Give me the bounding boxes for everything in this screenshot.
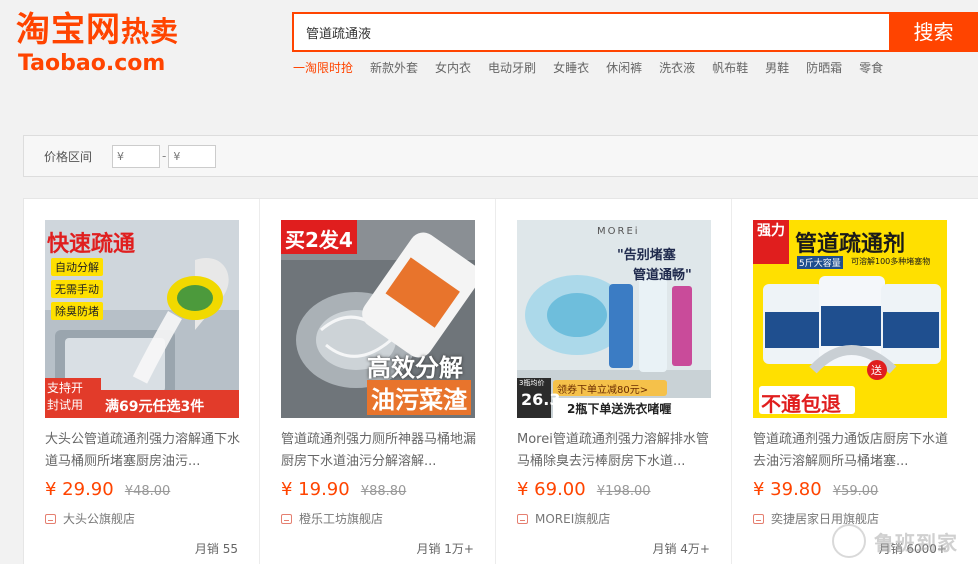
shop-icon <box>281 513 292 524</box>
price-filter: 价格区间 - <box>23 135 978 177</box>
image-badge-right: 满69元任选3件 <box>105 399 205 415</box>
product-card[interactable]: 强力 管道疏通剂 5斤大容量 可溶解100多种堵塞物 不通包退 送 管道疏通剂强… <box>732 199 968 564</box>
product-title[interactable]: 管道疏通剂强力厕所神器马桶地漏厨房下水道油污分解溶解... <box>281 429 479 473</box>
image-headline: 买2发4 <box>285 228 353 252</box>
shop-link[interactable]: MOREI旗舰店 <box>517 510 610 527</box>
shop-link[interactable]: 大头公旗舰店 <box>45 510 135 527</box>
hot-keywords: 一淘限时抢 新款外套 女内衣 电动牙刷 女睡衣 休闲裤 洗衣液 帆布鞋 男鞋 防… <box>293 59 900 76</box>
hotword-link[interactable]: 帆布鞋 <box>712 59 748 76</box>
logo-en: Taobao.com <box>18 51 166 76</box>
search-button[interactable]: 搜索 <box>889 12 978 52</box>
watermark-icon <box>832 524 866 558</box>
product-card[interactable]: 买2发4 高效分解 油污菜渣 管道疏通剂强力厕所神器马桶地漏厨房下水道油污分解溶… <box>260 199 496 564</box>
image-slogan: "告别堵塞 <box>617 248 676 263</box>
product-price: ¥ 19.90 <box>281 479 350 500</box>
original-price: ¥198.00 <box>596 484 651 499</box>
image-price-note: 3瓶均价 <box>519 379 545 387</box>
product-price: ¥ 39.80 <box>753 479 822 500</box>
image-sub: 可溶解100多种堵塞物 <box>851 257 931 266</box>
image-tag: 强力 <box>757 223 785 239</box>
image-badge-left: 支持开 封试用 <box>47 381 84 412</box>
shop-icon <box>517 513 528 524</box>
image-sub: 5斤大容量 <box>797 256 843 269</box>
image-slogan: 管道通畅" <box>633 268 692 283</box>
image-subline: 高效分解 <box>367 354 463 382</box>
product-price: ¥ 29.90 <box>45 479 114 500</box>
watermark-text: 鲁班到家 <box>874 530 958 555</box>
shop-name: 大头公旗舰店 <box>63 512 136 526</box>
image-bottomline: 油污菜渣 <box>367 380 471 415</box>
image-bottomline: 不通包退 <box>761 392 841 416</box>
monthly-sales: 月销 1万+ <box>416 542 474 556</box>
image-brand: MOREi <box>597 226 640 237</box>
hotword-link[interactable]: 电动牙刷 <box>488 59 536 76</box>
monthly-sales: 月销 55 <box>194 542 238 556</box>
product-image[interactable]: 强力 管道疏通剂 5斤大容量 可溶解100多种堵塞物 不通包退 送 <box>753 220 947 418</box>
image-price-big: 26.3 <box>521 390 561 409</box>
product-grid: 快速疏通 自动分解 无需手动 除臭防堵 支持开 封试用 满69元任选3件 大头公… <box>23 198 978 564</box>
product-image[interactable]: 快速疏通 自动分解 无需手动 除臭防堵 支持开 封试用 满69元任选3件 <box>45 220 239 418</box>
image-headline: 管道疏通剂 <box>795 232 906 257</box>
product-card[interactable]: MOREi "告别堵塞 管道通畅" 3瓶均价 26.3 领券下单立减80元> 2… <box>496 199 732 564</box>
shop-icon <box>753 513 764 524</box>
image-checklist: 自动分解 无需手动 除臭防堵 <box>51 258 103 320</box>
watermark-logo: 鲁班到家 <box>832 518 978 564</box>
logo-main: 淘宝网 <box>16 10 121 50</box>
check-item: 自动分解 <box>51 258 103 276</box>
taobao-logo[interactable]: 淘宝网热卖 Taobao.com <box>16 10 236 76</box>
shop-name: MOREI旗舰店 <box>535 512 611 526</box>
original-price: ¥48.00 <box>124 484 171 499</box>
hotword-link[interactable]: 女内衣 <box>435 59 471 76</box>
image-headline: 快速疏通 <box>47 232 136 257</box>
hotword-link[interactable]: 女睡衣 <box>553 59 589 76</box>
hotword-link[interactable]: 新款外套 <box>370 59 418 76</box>
search-input[interactable] <box>292 12 889 52</box>
check-item: 无需手动 <box>51 280 103 298</box>
price-range-label: 价格区间 <box>44 149 93 164</box>
hotword-link[interactable]: 洗衣液 <box>659 59 695 76</box>
product-price: ¥ 69.00 <box>517 479 586 500</box>
product-image[interactable]: MOREi "告别堵塞 管道通畅" 3瓶均价 26.3 领券下单立减80元> 2… <box>517 220 711 418</box>
hotword-link[interactable]: 男鞋 <box>765 59 789 76</box>
search-bar: 搜索 <box>292 12 978 52</box>
logo-suffix: 热卖 <box>121 15 180 48</box>
product-title[interactable]: 大头公管道疏通剂强力溶解通下水道马桶厕所堵塞厨房油污... <box>45 429 243 473</box>
product-title[interactable]: 管道疏通剂强力通饭店厨房下水道去油污溶解厕所马桶堵塞... <box>753 429 951 473</box>
original-price: ¥59.00 <box>832 484 879 499</box>
check-item: 除臭防堵 <box>51 302 103 320</box>
price-separator: - <box>162 149 167 163</box>
image-gift: 送 <box>871 364 882 377</box>
hotword-link[interactable]: 防晒霜 <box>806 59 842 76</box>
hotword-link[interactable]: 一淘限时抢 <box>293 59 353 76</box>
monthly-sales: 月销 4万+ <box>652 542 710 556</box>
product-title[interactable]: Morei管道疏通剂强力溶解排水管马桶除臭去污棒厨房下水道... <box>517 429 715 473</box>
image-promo: 2瓶下单送洗衣啫喱 <box>567 402 672 416</box>
shop-name: 橙乐工坊旗舰店 <box>299 512 384 526</box>
image-coupon: 领券下单立减80元> <box>557 385 649 396</box>
price-min-input[interactable] <box>112 144 160 168</box>
original-price: ¥88.80 <box>360 484 407 499</box>
hotword-link[interactable]: 休闲裤 <box>606 59 642 76</box>
hotword-link[interactable]: 零食 <box>859 59 883 76</box>
shop-icon <box>45 513 56 524</box>
product-image[interactable]: 买2发4 高效分解 油污菜渣 <box>281 220 475 418</box>
shop-link[interactable]: 橙乐工坊旗舰店 <box>281 510 383 527</box>
price-max-input[interactable] <box>168 144 217 168</box>
product-card[interactable]: 快速疏通 自动分解 无需手动 除臭防堵 支持开 封试用 满69元任选3件 大头公… <box>24 199 260 564</box>
